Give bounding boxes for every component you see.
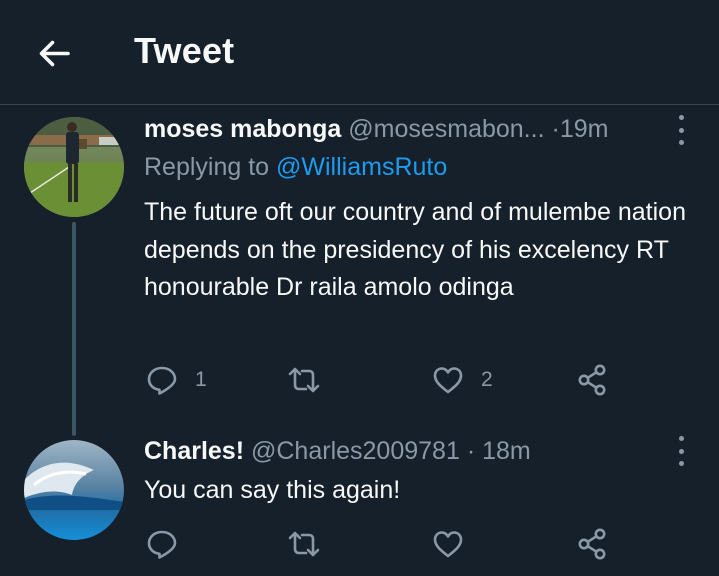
separator-dot: ·	[466, 437, 476, 465]
retweet-button[interactable]	[287, 524, 337, 564]
tweet-text: The future oft our country and of mulemb…	[144, 198, 686, 301]
avatar-photo-person-on-field	[24, 117, 124, 217]
timestamp[interactable]: 19m	[560, 115, 609, 143]
reply-button[interactable]	[145, 524, 195, 564]
tweet-header: Charles! @Charles2009781 · 18m	[144, 436, 531, 466]
share-icon	[578, 528, 606, 560]
retweet-button[interactable]	[287, 360, 337, 400]
replying-to-label: Replying to	[144, 153, 270, 181]
reply-icon	[147, 530, 177, 559]
retweet-icon	[288, 367, 320, 393]
tweet-moses-mabonga[interactable]: moses mabonga @mosesmabon... ·19m Replyi…	[0, 0, 719, 430]
user-handle[interactable]: @mosesmabon...	[348, 115, 544, 143]
heart-icon	[433, 531, 463, 558]
tweet-actions: 1 2	[0, 360, 719, 400]
display-name[interactable]: Charles!	[144, 437, 244, 465]
more-vertical-icon	[678, 115, 684, 120]
avatar[interactable]	[24, 117, 124, 217]
more-vertical-icon	[678, 436, 684, 441]
replying-to-handle-link[interactable]: @WilliamsRuto	[276, 153, 447, 181]
tweet-charles[interactable]: Charles! @Charles2009781 · 18m You can s…	[0, 430, 719, 576]
reply-icon	[147, 366, 177, 395]
like-button[interactable]	[431, 524, 481, 564]
tweet-actions	[0, 524, 719, 564]
tweet-header: moses mabonga @mosesmabon... ·19m	[144, 114, 608, 144]
reply-count: 1	[195, 368, 207, 391]
tweet-text: You can say this again!	[144, 476, 401, 504]
separator-dot: ·	[551, 115, 560, 143]
replying-to: Replying to @WilliamsRuto	[144, 152, 447, 182]
tweet-detail-screen: Tweet moses mabonga @mosesmabon... ·19m …	[0, 0, 719, 576]
display-name[interactable]: moses mabonga	[144, 115, 341, 143]
share-button[interactable]	[576, 524, 610, 564]
user-handle[interactable]: @Charles2009781	[251, 437, 460, 465]
timestamp[interactable]: 18m	[482, 437, 531, 465]
share-button[interactable]	[576, 360, 610, 400]
retweet-icon	[288, 531, 320, 557]
reply-button[interactable]: 1	[145, 360, 207, 400]
more-options-button[interactable]	[675, 436, 687, 466]
heart-icon	[433, 367, 463, 394]
like-button[interactable]: 2	[431, 360, 493, 400]
more-options-button[interactable]	[675, 115, 687, 145]
share-icon	[578, 364, 606, 396]
like-count: 2	[481, 368, 493, 391]
